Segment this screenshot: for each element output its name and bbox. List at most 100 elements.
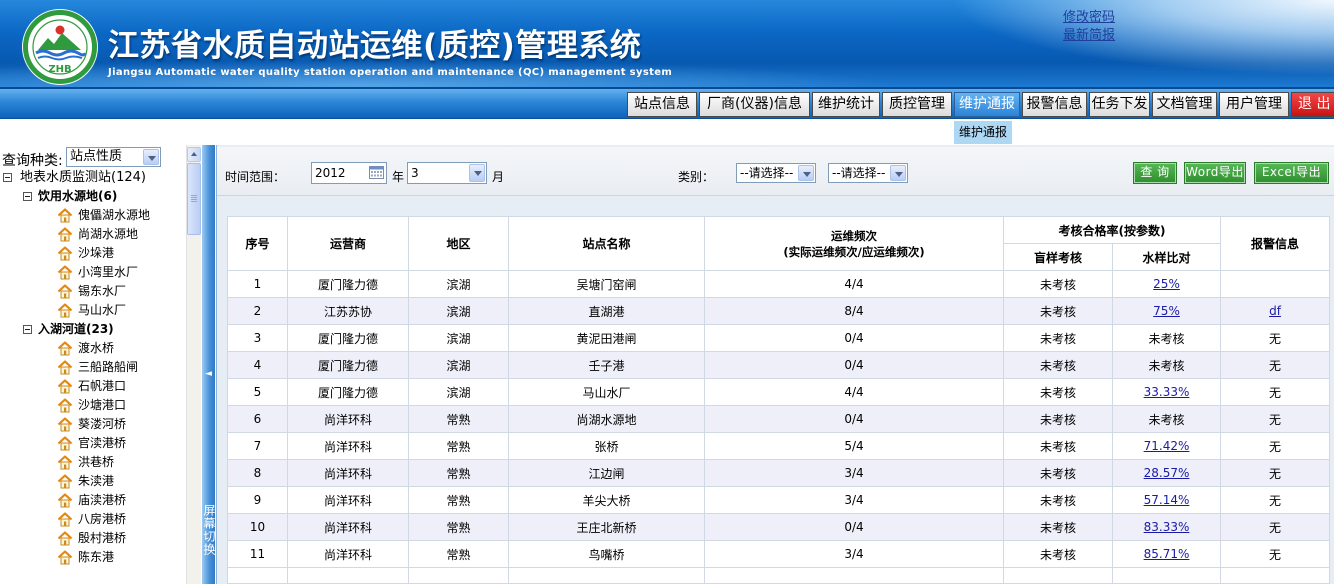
compare-link[interactable]: 33.33% <box>1144 385 1190 399</box>
main-panel: 时间范围： 2012 年 3 月 类别： --请选择-- --请选择-- 查 询… <box>216 145 1334 584</box>
compare-link[interactable]: 83.33% <box>1144 520 1190 534</box>
chevron-down-icon[interactable] <box>890 165 906 181</box>
tree-item-station[interactable]: 洪巷桥 <box>0 453 186 472</box>
tree-root-label: 地表水质监测站(124) <box>20 170 146 185</box>
cell-operator: 尚洋环科 <box>287 432 409 460</box>
house-icon <box>57 474 73 489</box>
query-type-label: 查询种类: <box>2 153 63 169</box>
word-export-button[interactable]: Word导出 <box>1184 162 1246 184</box>
tree-group[interactable]: 入湖河道(23) <box>0 320 186 339</box>
calendar-icon[interactable] <box>369 166 384 179</box>
chevron-down-icon[interactable] <box>143 149 159 165</box>
tree-item-station[interactable]: 渡水桥 <box>0 339 186 358</box>
month-select[interactable]: 3 <box>407 162 487 184</box>
tree-item-station[interactable]: 陈东港 <box>0 548 186 567</box>
nav-tab-site-info[interactable]: 站点信息 <box>627 92 697 117</box>
tree-item-station[interactable]: 沙垛港 <box>0 244 186 263</box>
house-icon <box>57 436 73 451</box>
tree-root-surface-water-stations[interactable]: 地表水质监测站(124) <box>0 168 186 187</box>
cell-alarm: 无 <box>1220 432 1331 460</box>
query-button[interactable]: 查 询 <box>1133 162 1177 184</box>
scroll-up-icon[interactable] <box>187 147 201 162</box>
category-1-value: --请选择-- <box>740 166 794 180</box>
scrollbar-thumb[interactable] <box>187 163 201 235</box>
category-select-1[interactable]: --请选择-- <box>736 163 816 183</box>
collapse-icon[interactable] <box>3 173 12 182</box>
tree-item-label: 小湾里水厂 <box>78 265 139 279</box>
cell-freq: 3/4 <box>704 540 1004 568</box>
house-icon <box>57 227 73 242</box>
tree-item-station[interactable]: 庙渎港桥 <box>0 491 186 510</box>
compare-link[interactable]: 85.71% <box>1144 547 1190 561</box>
table-row: 8 尚洋环科 常熟 江边闸 3/4 未考核 28.57% 无 <box>227 459 1331 487</box>
compare-link[interactable]: 75% <box>1153 304 1180 318</box>
tree-item-station[interactable]: 石帆港口 <box>0 377 186 396</box>
compare-link[interactable]: 25% <box>1153 277 1180 291</box>
nav-tab-user-management[interactable]: 用户管理 <box>1219 92 1289 117</box>
compare-value: 未考核 <box>1148 358 1185 373</box>
header-pass-rate: 考核合格率(按参数) <box>1002 216 1222 244</box>
logout-button[interactable]: 退 出 <box>1291 92 1334 117</box>
excel-export-button[interactable]: Excel导出 <box>1254 162 1329 184</box>
compare-link[interactable]: 28.57% <box>1144 466 1190 480</box>
tree-item-station[interactable]: 锡东水厂 <box>0 282 186 301</box>
nav-tab-maintenance-stats[interactable]: 维护统计 <box>812 92 880 117</box>
tree-item-station[interactable]: 傀儡湖水源地 <box>0 206 186 225</box>
cell-blind: 未考核 <box>1003 270 1113 298</box>
header-alarm: 报警信息 <box>1220 216 1331 271</box>
collapse-icon[interactable] <box>23 192 32 201</box>
header-water-compare: 水样比对 <box>1111 243 1222 271</box>
tree-item-station[interactable]: 尚湖水源地 <box>0 225 186 244</box>
nav-tab-maintenance-bulletin[interactable]: 维护通报 <box>954 92 1020 117</box>
tree-item-station[interactable]: 沙塘港口 <box>0 396 186 415</box>
screen-toggle-label[interactable]: 屏幕切换 <box>202 504 216 556</box>
alarm-link[interactable]: df <box>1269 304 1281 318</box>
nav-tab-qc-management[interactable]: 质控管理 <box>882 92 952 117</box>
house-icon <box>57 246 73 261</box>
alarm-value: 无 <box>1269 358 1282 373</box>
alarm-value: 无 <box>1269 385 1282 400</box>
change-password-link[interactable]: 修改密码 <box>1063 6 1115 25</box>
cell-region: 滨湖 <box>408 351 509 379</box>
tree-item-station[interactable]: 小湾里水厂 <box>0 263 186 282</box>
time-range-label: 时间范围： <box>225 170 286 184</box>
compare-link[interactable]: 71.42% <box>1144 439 1190 453</box>
house-icon <box>57 303 73 318</box>
tree-item-station[interactable]: 殷村港桥 <box>0 529 186 548</box>
cell-region: 常熟 <box>408 459 509 487</box>
screen-toggle-splitter[interactable]: ◄ 屏幕切换 <box>201 145 216 584</box>
alarm-value: 无 <box>1269 520 1282 535</box>
cell-no: 8 <box>227 459 288 487</box>
tree-item-station[interactable]: 朱渎港 <box>0 472 186 491</box>
tree-group[interactable]: 饮用水源地(6) <box>0 187 186 206</box>
cell-station: 壬子港 <box>508 351 705 379</box>
cell-operator: 厦门隆力德 <box>287 378 409 406</box>
nav-tab-alarm-info[interactable]: 报警信息 <box>1022 92 1087 117</box>
tree-item-station[interactable]: 葵溇河桥 <box>0 415 186 434</box>
sidebar-scrollbar[interactable] <box>186 145 201 584</box>
table-row: 6 尚洋环科 常熟 尚湖水源地 0/4 未考核 未考核无 <box>227 405 1331 433</box>
query-type-select[interactable]: 站点性质 <box>66 147 161 167</box>
tree-item-station[interactable]: 三船路船闸 <box>0 358 186 377</box>
chevron-down-icon[interactable] <box>469 164 485 182</box>
cell-blind: 未考核 <box>1003 459 1113 487</box>
table-header-row: 序号 运营商 地区 站点名称 运维频次 (实际运维频次/应运维频次) 考核合格率… <box>227 216 1331 271</box>
station-tree: 地表水质监测站(124) 饮用水源地(6) 傀儡湖水源地 尚湖水源地 沙垛港小湾里水厂锡… <box>0 168 186 567</box>
cell-alarm: 无 <box>1220 324 1331 352</box>
compare-link[interactable]: 57.14% <box>1144 493 1190 507</box>
category-select-2[interactable]: --请选择-- <box>828 163 908 183</box>
nav-tab-vendor-instrument-info[interactable]: 厂商(仪器)信息 <box>699 92 810 117</box>
nav-tab-task-dispatch[interactable]: 任务下发 <box>1089 92 1150 117</box>
collapse-icon[interactable] <box>23 325 32 334</box>
nav-tab-document-management[interactable]: 文档管理 <box>1152 92 1217 117</box>
year-input[interactable]: 2012 <box>311 162 387 184</box>
tree-item-station[interactable]: 八房港桥 <box>0 510 186 529</box>
cell-alarm: 无 <box>1220 513 1331 541</box>
subtab-maintenance-bulletin[interactable]: 维护通报 <box>954 121 1012 144</box>
collapse-left-icon[interactable]: ◄ <box>202 369 215 379</box>
tree-item-station[interactable]: 官渎港桥 <box>0 434 186 453</box>
cell-operator: 尚洋环科 <box>287 405 409 433</box>
latest-brief-link[interactable]: 最新简报 <box>1063 24 1115 43</box>
tree-item-station[interactable]: 马山水厂 <box>0 301 186 320</box>
chevron-down-icon[interactable] <box>798 165 814 181</box>
